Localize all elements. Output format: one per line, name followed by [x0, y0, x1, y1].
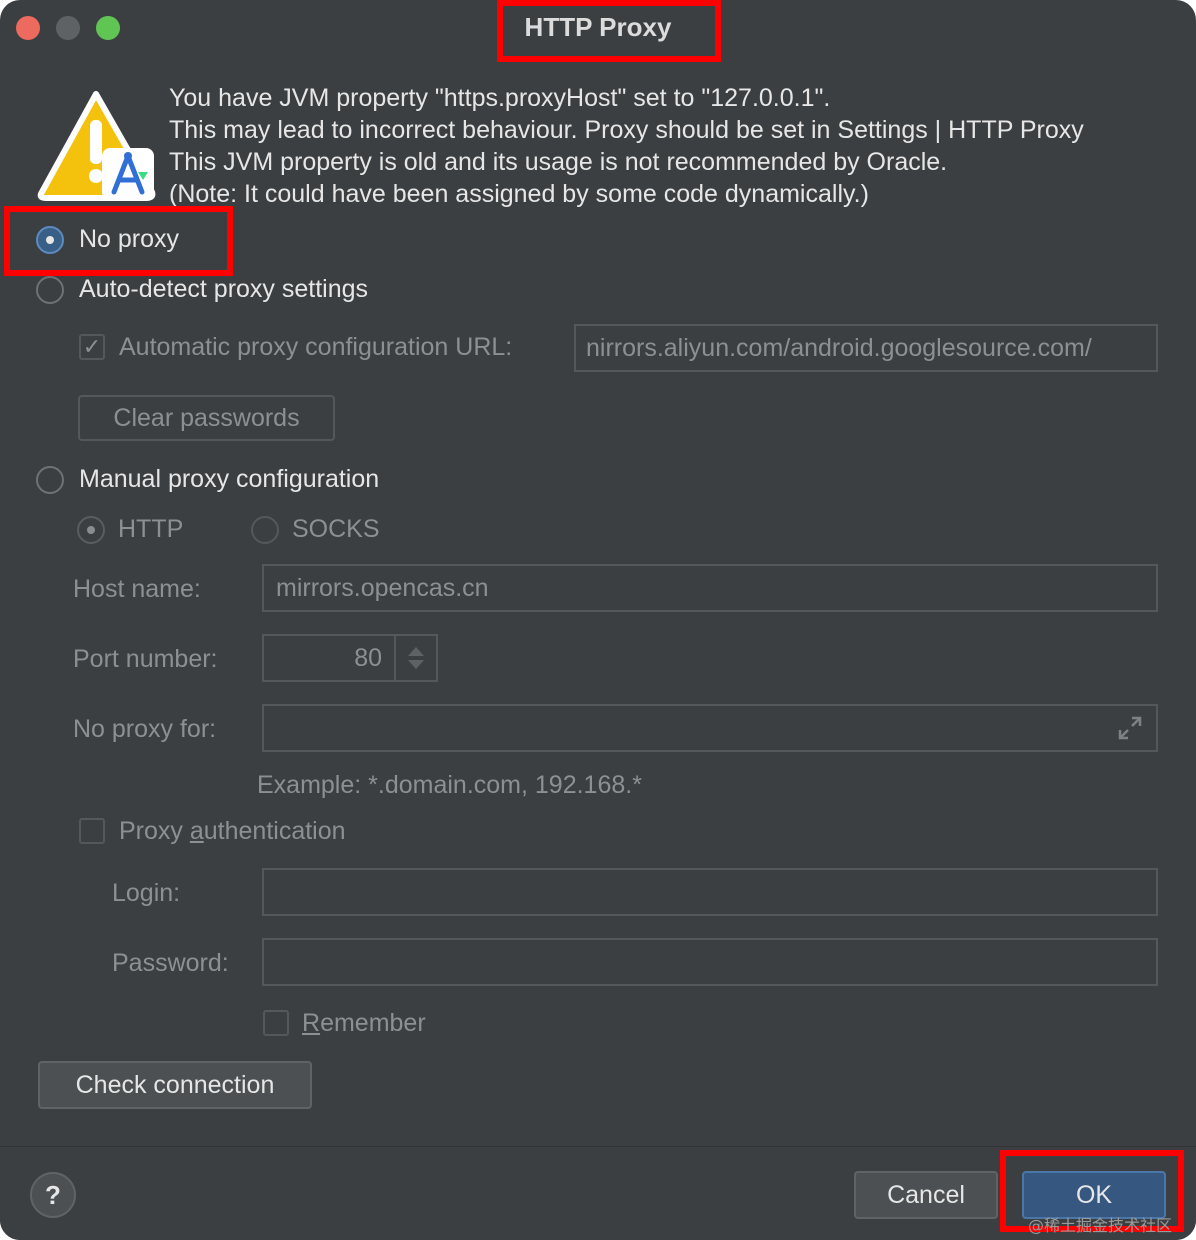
- proxy-auth-label[interactable]: Proxy authentication: [119, 817, 346, 846]
- port-number-stepper[interactable]: 80: [262, 634, 438, 682]
- auto-detect-label[interactable]: Auto-detect proxy settings: [79, 275, 368, 304]
- password-label: Password:: [112, 949, 229, 977]
- auto-detect-radio[interactable]: [36, 276, 64, 304]
- socks-label[interactable]: SOCKS: [292, 515, 380, 544]
- warning-line-2: This may lead to incorrect behaviour. Pr…: [169, 116, 1084, 144]
- login-input[interactable]: [262, 868, 1158, 916]
- proxy-auth-mnemonic: a: [189, 817, 204, 845]
- remember-checkbox[interactable]: [263, 1010, 289, 1036]
- no-proxy-for-label: No proxy for:: [73, 715, 217, 743]
- clear-passwords-button[interactable]: Clear passwords: [78, 395, 335, 441]
- help-button[interactable]: ?: [30, 1172, 76, 1218]
- port-spinner[interactable]: [394, 636, 436, 680]
- proxy-auth-label-part2: uthentication: [203, 817, 346, 845]
- no-proxy-for-input[interactable]: [262, 704, 1158, 752]
- http-proxy-dialog: HTTP Proxy You have JVM property "https.…: [0, 0, 1196, 1240]
- cancel-button[interactable]: Cancel: [854, 1171, 998, 1219]
- warning-line-1: You have JVM property "https.proxyHost" …: [169, 84, 831, 112]
- pac-url-label: Automatic proxy configuration URL:: [119, 333, 513, 361]
- android-studio-icon: [102, 150, 154, 200]
- host-name-label: Host name:: [73, 575, 201, 603]
- socks-radio[interactable]: [251, 516, 279, 544]
- remember-label-rest: emember: [320, 1009, 426, 1037]
- http-label[interactable]: HTTP: [118, 515, 183, 544]
- no-proxy-highlight-box: [4, 206, 233, 276]
- login-label: Login:: [112, 879, 181, 907]
- no-proxy-example: Example: *.domain.com, 192.168.*: [257, 771, 642, 799]
- proxy-auth-label-part1: Proxy: [119, 817, 190, 845]
- manual-proxy-radio[interactable]: [36, 466, 64, 494]
- warning-message: You have JVM property "https.proxyHost" …: [169, 82, 1084, 210]
- spinner-arrows-icon[interactable]: [407, 645, 425, 671]
- warning-line-3: This JVM property is old and its usage i…: [169, 148, 948, 176]
- check-connection-button[interactable]: Check connection: [38, 1061, 312, 1109]
- pac-checkbox[interactable]: ✓: [79, 334, 105, 360]
- manual-proxy-label[interactable]: Manual proxy configuration: [79, 465, 379, 494]
- password-input[interactable]: [262, 938, 1158, 986]
- warning-line-4: (Note: It could have been assigned by so…: [169, 180, 869, 208]
- proxy-auth-checkbox[interactable]: [79, 818, 105, 844]
- title-highlight-box: [497, 0, 721, 62]
- expand-icon[interactable]: [1116, 714, 1144, 742]
- pac-url-input[interactable]: nirrors.aliyun.com/android.googlesource.…: [574, 324, 1158, 372]
- remember-label[interactable]: Remember: [302, 1009, 426, 1038]
- http-radio[interactable]: [77, 516, 105, 544]
- host-name-input[interactable]: mirrors.opencas.cn: [262, 564, 1158, 612]
- port-number-value: 80: [354, 643, 382, 672]
- port-number-label: Port number:: [73, 645, 218, 673]
- remember-mnemonic: R: [302, 1009, 321, 1037]
- watermark-text: @稀土掘金技术社区: [1028, 1216, 1173, 1235]
